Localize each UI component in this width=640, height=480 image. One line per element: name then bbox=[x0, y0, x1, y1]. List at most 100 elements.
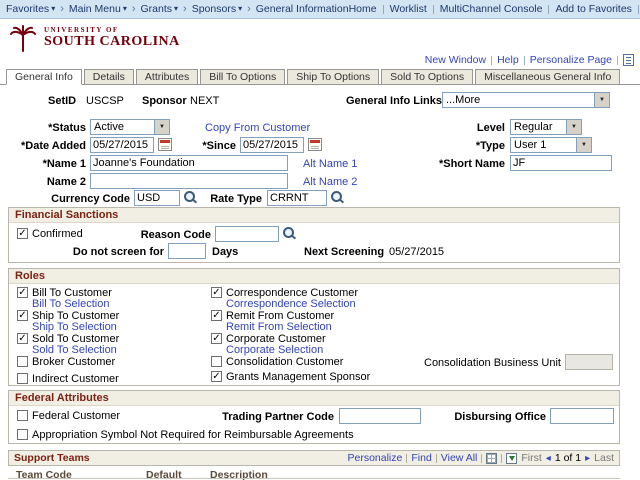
breadcrumb: Favorites ▾ › Main Menu ▾ › Grants ▾ › S… bbox=[0, 3, 349, 15]
tab-ship-to-options[interactable]: Ship To Options bbox=[287, 69, 380, 85]
dropdown-arrow-icon[interactable]: ▼ bbox=[576, 138, 591, 152]
breadcrumb-separator-icon: › bbox=[247, 3, 251, 15]
component-tabs: General Info Details Attributes Bill To … bbox=[0, 68, 640, 85]
tab-general-info[interactable]: General Info bbox=[6, 69, 82, 85]
consolidation-customer-checkbox[interactable] bbox=[211, 356, 222, 367]
lookup-icon[interactable] bbox=[184, 191, 197, 204]
previous-row-icon[interactable]: ◂ bbox=[546, 453, 551, 464]
find-link[interactable]: Find bbox=[411, 452, 431, 464]
level-select[interactable]: Regular ▼ bbox=[510, 119, 582, 135]
alt-name1-link[interactable]: Alt Name 1 bbox=[303, 158, 357, 170]
caret-down-icon: ▾ bbox=[238, 4, 243, 13]
name1-input[interactable] bbox=[90, 155, 288, 171]
dropdown-arrow-icon[interactable]: ▼ bbox=[594, 93, 609, 107]
name1-label: *Name 1 bbox=[42, 158, 86, 170]
lookup-icon[interactable] bbox=[283, 227, 296, 240]
page-utility-links: New Window Help Personalize Page bbox=[425, 54, 634, 66]
separator bbox=[382, 4, 384, 14]
grid-zoom-icon[interactable] bbox=[486, 452, 498, 464]
peoplesoft-general-information-page: Favorites ▾ › Main Menu ▾ › Grants ▾ › S… bbox=[0, 0, 640, 480]
grants-management-sponsor-label: Grants Management Sponsor bbox=[226, 371, 371, 383]
help-link[interactable]: Help bbox=[497, 54, 519, 66]
roles-header bbox=[9, 269, 619, 284]
remit-from-selection-link[interactable]: Remit From Selection bbox=[226, 321, 332, 333]
trading-partner-code-label: Trading Partner Code bbox=[222, 411, 334, 423]
tab-details[interactable]: Details bbox=[83, 69, 134, 85]
university-of-text: UNIVERSITY OF bbox=[44, 26, 119, 34]
alt-name2-link[interactable]: Alt Name 2 bbox=[303, 176, 357, 188]
lookup-icon[interactable] bbox=[331, 191, 344, 204]
general-info-links-label: General Info Links bbox=[346, 95, 442, 107]
reason-code-label: Reason Code bbox=[140, 229, 211, 241]
separator bbox=[637, 4, 639, 14]
breadcrumb-favorites[interactable]: Favorites ▾ bbox=[6, 3, 55, 15]
grants-management-sponsor-checkbox[interactable]: ✓ bbox=[211, 371, 222, 382]
general-info-links-select[interactable]: ...More ▼ bbox=[442, 92, 610, 108]
short-name-input[interactable] bbox=[510, 155, 612, 171]
corporate-customer-checkbox[interactable]: ✓ bbox=[211, 333, 222, 344]
indirect-customer-checkbox[interactable] bbox=[17, 373, 28, 384]
personalize-page-link[interactable]: Personalize Page bbox=[530, 54, 612, 66]
disbursing-office-input[interactable] bbox=[550, 408, 614, 424]
rate-type-input[interactable] bbox=[267, 190, 327, 206]
separator bbox=[617, 55, 618, 65]
breadcrumb-main-menu[interactable]: Main Menu ▾ bbox=[69, 3, 127, 15]
sold-to-selection-link[interactable]: Sold To Selection bbox=[32, 344, 117, 356]
broker-customer-checkbox[interactable] bbox=[17, 356, 28, 367]
worklist-link[interactable]: Worklist bbox=[390, 3, 427, 15]
multichannel-console-link[interactable]: MultiChannel Console bbox=[440, 3, 543, 15]
bill-to-customer-checkbox[interactable]: ✓ bbox=[17, 287, 28, 298]
consolidation-business-unit-input bbox=[565, 354, 613, 370]
currency-code-input[interactable] bbox=[134, 190, 180, 206]
copy-from-customer-link[interactable]: Copy From Customer bbox=[205, 122, 310, 134]
trading-partner-code-input[interactable] bbox=[339, 408, 421, 424]
appropriation-symbol-checkbox[interactable] bbox=[17, 429, 28, 440]
breadcrumb-grants[interactable]: Grants ▾ bbox=[141, 3, 179, 15]
calendar-icon[interactable] bbox=[158, 138, 172, 151]
consolidation-customer-label: Consolidation Customer bbox=[226, 356, 344, 368]
correspondence-customer-checkbox[interactable]: ✓ bbox=[211, 287, 222, 298]
do-not-screen-input[interactable] bbox=[168, 243, 206, 259]
personalize-grid-link[interactable]: Personalize bbox=[347, 452, 402, 464]
new-window-link[interactable]: New Window bbox=[425, 54, 486, 66]
type-select[interactable]: User 1 ▼ bbox=[510, 137, 592, 153]
confirmed-label: Confirmed bbox=[32, 228, 83, 240]
usc-logo: UNIVERSITY OF SOUTH CAROLINA bbox=[8, 23, 180, 53]
page-icon[interactable] bbox=[623, 54, 634, 66]
dropdown-arrow-icon[interactable]: ▼ bbox=[154, 120, 169, 134]
ship-to-customer-checkbox[interactable]: ✓ bbox=[17, 310, 28, 321]
home-link[interactable]: Home bbox=[349, 3, 377, 15]
sold-to-customer-checkbox[interactable]: ✓ bbox=[17, 333, 28, 344]
tab-sold-to-options[interactable]: Sold To Options bbox=[381, 69, 474, 85]
name2-input[interactable] bbox=[90, 173, 288, 189]
row-position: 1 of 1 bbox=[554, 452, 582, 464]
next-screening-label: Next Screening bbox=[304, 246, 385, 258]
tab-miscellaneous-general-info[interactable]: Miscellaneous General Info bbox=[475, 69, 621, 85]
dropdown-arrow-icon[interactable]: ▼ bbox=[566, 120, 581, 134]
tab-bill-to-options[interactable]: Bill To Options bbox=[200, 69, 286, 85]
since-input[interactable] bbox=[240, 137, 304, 153]
download-icon[interactable] bbox=[506, 452, 518, 464]
calendar-icon[interactable] bbox=[308, 138, 322, 151]
setid-value: USCSP bbox=[86, 95, 124, 107]
confirmed-checkbox[interactable]: ✓ bbox=[17, 228, 28, 239]
reason-code-input[interactable] bbox=[215, 226, 279, 242]
remit-from-customer-checkbox[interactable]: ✓ bbox=[211, 310, 222, 321]
view-all-link[interactable]: View All bbox=[441, 452, 478, 464]
next-row-icon[interactable]: ▸ bbox=[585, 453, 590, 464]
correspondence-selection-link[interactable]: Correspondence Selection bbox=[226, 298, 356, 310]
breadcrumb-sponsors[interactable]: Sponsors ▾ bbox=[192, 3, 242, 15]
usc-wordmark: UNIVERSITY OF SOUTH CAROLINA bbox=[44, 26, 180, 50]
status-select[interactable]: Active ▼ bbox=[90, 119, 170, 135]
corporate-selection-link[interactable]: Corporate Selection bbox=[226, 344, 323, 356]
federal-customer-checkbox[interactable] bbox=[17, 410, 28, 421]
date-added-input[interactable] bbox=[90, 137, 154, 153]
date-added-label: *Date Added bbox=[21, 140, 86, 152]
ship-to-selection-link[interactable]: Ship To Selection bbox=[32, 321, 117, 333]
breadcrumb-favorites-label: Favorites bbox=[6, 3, 50, 15]
add-to-favorites-link[interactable]: Add to Favorites bbox=[555, 3, 631, 15]
bill-to-selection-link[interactable]: Bill To Selection bbox=[32, 298, 109, 310]
level-label: Level bbox=[476, 122, 505, 134]
type-selected-value: User 1 bbox=[514, 139, 547, 151]
tab-attributes[interactable]: Attributes bbox=[135, 69, 199, 85]
